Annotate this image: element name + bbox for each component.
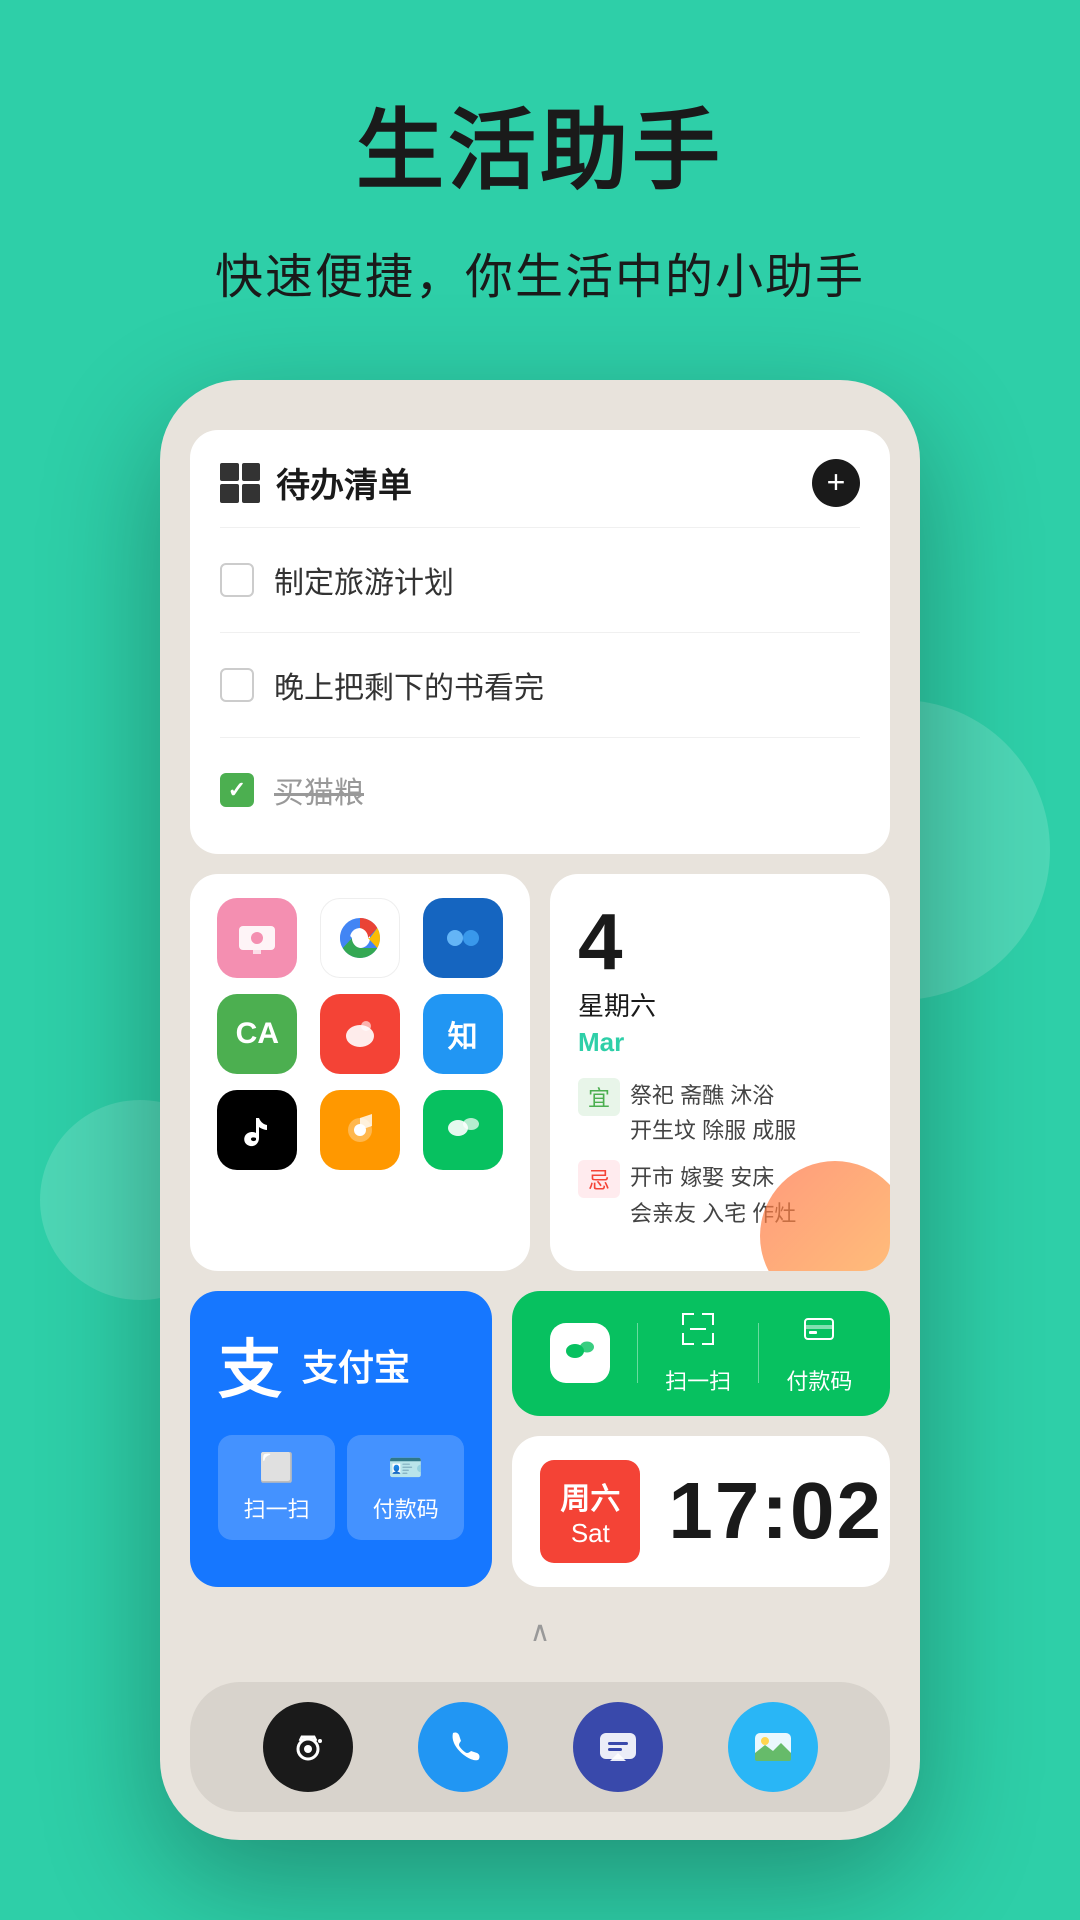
apps-grid: CA 知 (214, 898, 506, 1170)
alipay-name: 支付宝 (302, 1339, 410, 1391)
wechat-scan-icon (680, 1311, 716, 1356)
todo-title: 待办清单 (276, 458, 412, 507)
todo-widget: 待办清单 + 制定旅游计划 晚上把剩下的书看完 买猫粮 (190, 430, 890, 854)
chevron-up[interactable]: ∧ (190, 1607, 890, 1656)
todo-text-3: 买猫粮 (274, 768, 364, 812)
wechat-logo-icon (550, 1323, 610, 1383)
clock-time: 17:02 (668, 1465, 883, 1557)
middle-grid: CA 知 (190, 874, 890, 1271)
calendar-widget: 4 星期六 Mar 宜 祭祀 斋醮 沐浴开生坟 除服 成服 忌 开市 嫁娶 安床… (550, 874, 890, 1271)
wechat-scan-button[interactable]: 扫一扫 (665, 1311, 731, 1396)
todo-divider-1 (220, 527, 860, 528)
todo-divider-2 (220, 632, 860, 633)
app-icon-tv[interactable] (217, 898, 297, 978)
alipay-pay-button[interactable]: 🪪 付款码 (347, 1435, 464, 1540)
todo-header-left: 待办清单 (220, 458, 412, 507)
cal-good-badge: 宜 (578, 1078, 620, 1116)
todo-text-2: 晚上把剩下的书看完 (274, 663, 544, 707)
app-icon-zhihu[interactable]: 知 (423, 994, 503, 1074)
alipay-scan-button[interactable]: ⬜ 扫一扫 (218, 1435, 335, 1540)
wechat-divider (637, 1323, 638, 1383)
app-dock (190, 1682, 890, 1812)
clock-widget: 周六 Sat 17:02 (512, 1436, 890, 1587)
subtitle: 快速便捷，你生活中的小助手 (0, 237, 1080, 307)
phone-mockup: 待办清单 + 制定旅游计划 晚上把剩下的书看完 买猫粮 (160, 380, 920, 1840)
alipay-scan-label: 扫一扫 (244, 1492, 310, 1524)
wechat-scan-label: 扫一扫 (665, 1364, 731, 1396)
alipay-pay-label: 付款码 (373, 1492, 439, 1524)
clock-day-badge: 周六 Sat (540, 1460, 640, 1563)
dock-message-button[interactable] (573, 1702, 663, 1792)
app-icon-chrome[interactable] (320, 898, 400, 978)
todo-item-1[interactable]: 制定旅游计划 (220, 544, 860, 616)
app-icon-weibo[interactable] (320, 994, 400, 1074)
bottom-row: 支 支付宝 ⬜ 扫一扫 🪪 付款码 (190, 1291, 890, 1587)
pay-icon: 🪪 (388, 1451, 423, 1484)
alipay-widget: 支 支付宝 ⬜ 扫一扫 🪪 付款码 (190, 1291, 492, 1587)
scan-icon: ⬜ (259, 1451, 294, 1484)
dock-camera-button[interactable] (263, 1702, 353, 1792)
todo-add-button[interactable]: + (812, 459, 860, 507)
app-icon-music[interactable] (320, 1090, 400, 1170)
cal-good-items: 祭祀 斋醮 沐浴开生坟 除服 成服 (630, 1078, 796, 1148)
clock-day-en: Sat (560, 1518, 620, 1549)
clock-day-zh: 周六 (560, 1474, 620, 1518)
dock-phone-button[interactable] (418, 1702, 508, 1792)
wechat-pay-label: 付款码 (786, 1364, 852, 1396)
checkbox-checked-3[interactable] (220, 773, 254, 807)
wechat-divider2 (758, 1323, 759, 1383)
todo-header: 待办清单 + (220, 458, 860, 507)
main-title: 生活助手 (0, 80, 1080, 207)
cal-good-section: 宜 祭祀 斋醮 沐浴开生坟 除服 成服 (578, 1078, 862, 1148)
wechat-widget: 扫一扫 付款码 (512, 1291, 890, 1416)
todo-list-icon (220, 463, 260, 503)
todo-item-2[interactable]: 晚上把剩下的书看完 (220, 649, 860, 721)
todo-divider-3 (220, 737, 860, 738)
wechat-logo-area (550, 1323, 610, 1383)
cal-date: 4 (578, 902, 623, 982)
right-column: 扫一扫 付款码 周六 (512, 1291, 890, 1587)
app-icon-wechat2[interactable] (423, 1090, 503, 1170)
todo-item-3[interactable]: 买猫粮 (220, 754, 860, 826)
app-icon-app3[interactable] (423, 898, 503, 978)
alipay-actions: ⬜ 扫一扫 🪪 付款码 (218, 1435, 464, 1540)
cal-bad-badge: 忌 (578, 1160, 620, 1198)
app-icon-tiktok[interactable] (217, 1090, 297, 1170)
checkbox-unchecked-2[interactable] (220, 668, 254, 702)
alipay-top: 支 支付宝 (218, 1319, 464, 1411)
todo-text-1: 制定旅游计划 (274, 558, 454, 602)
cal-month: Mar (578, 1027, 862, 1058)
wechat-pay-icon (801, 1311, 837, 1356)
checkbox-unchecked-1[interactable] (220, 563, 254, 597)
dock-gallery-button[interactable] (728, 1702, 818, 1792)
header-area: 生活助手 快速便捷，你生活中的小助手 (0, 0, 1080, 347)
apps-widget: CA 知 (190, 874, 530, 1271)
cal-weekday: 星期六 (578, 986, 862, 1023)
alipay-logo: 支 (218, 1319, 282, 1411)
app-icon-ca[interactable]: CA (217, 994, 297, 1074)
wechat-pay-button[interactable]: 付款码 (786, 1311, 852, 1396)
